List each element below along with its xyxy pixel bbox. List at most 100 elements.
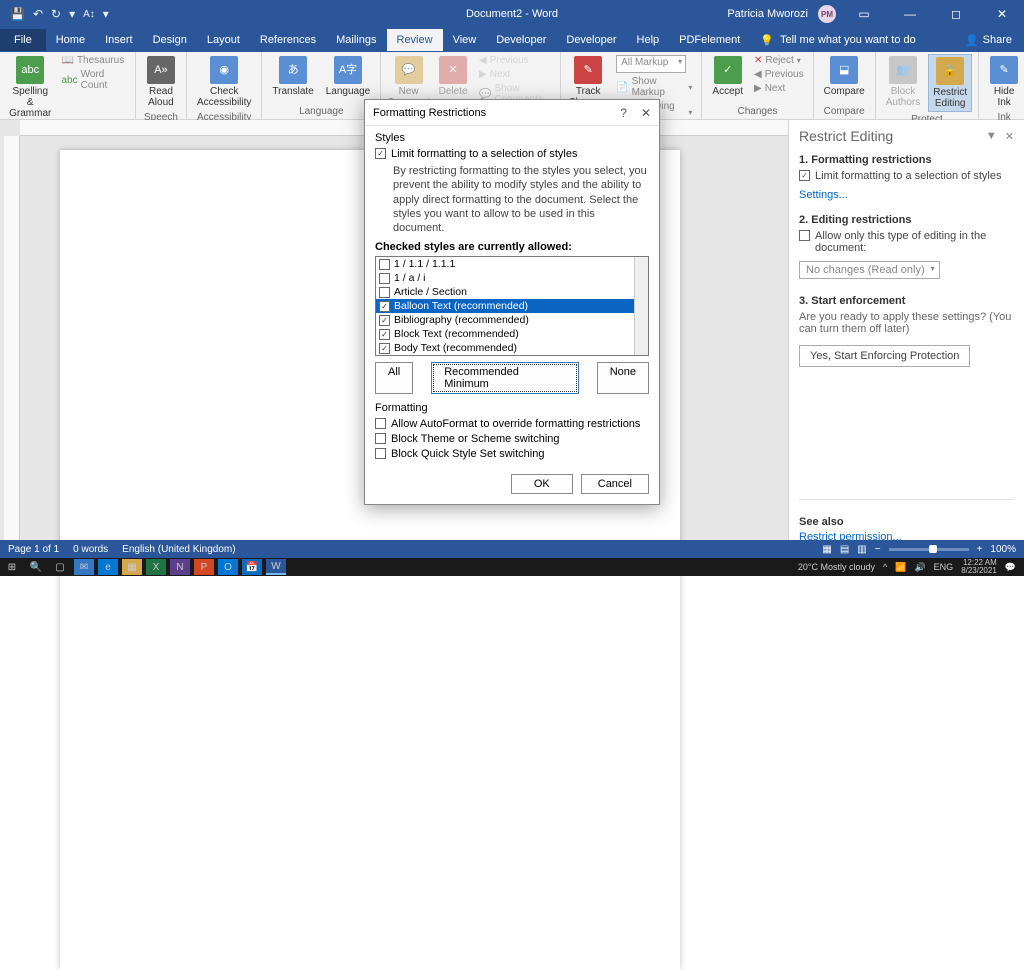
style-list-item[interactable]: Article / Section xyxy=(376,285,648,299)
allow-autoformat-checkbox[interactable]: Allow AutoFormat to override formatting … xyxy=(375,418,649,430)
tray-lang[interactable]: ENG xyxy=(934,562,954,572)
zoom-slider[interactable] xyxy=(889,548,969,551)
read-mode-icon[interactable]: ▦ xyxy=(822,544,831,555)
vertical-ruler[interactable] xyxy=(4,136,20,558)
pane-dropdown-icon[interactable]: ▼ xyxy=(986,130,997,143)
tab-developer[interactable]: Developer xyxy=(486,29,556,51)
zoom-out-icon[interactable]: − xyxy=(875,544,881,555)
thesaurus-button[interactable]: 📖Thesaurus xyxy=(59,54,129,67)
close-icon[interactable]: ✕ xyxy=(984,0,1020,28)
user-avatar[interactable]: PM xyxy=(818,5,836,23)
style-list-item[interactable]: 1 / a / i xyxy=(376,271,648,285)
start-enforcing-button[interactable]: Yes, Start Enforcing Protection xyxy=(799,345,970,367)
search-icon[interactable]: 🔍 xyxy=(26,559,46,575)
redo-icon[interactable]: ↻ xyxy=(51,7,61,21)
translate-button[interactable]: あTranslate xyxy=(268,54,317,99)
read-aloud-button[interactable]: A»Read Aloud xyxy=(142,54,180,110)
weather-widget[interactable]: 20°C Mostly cloudy xyxy=(798,562,875,572)
tray-network-icon[interactable]: 📶 xyxy=(895,562,906,573)
tab-mailings[interactable]: Mailings xyxy=(326,29,386,51)
maximize-icon[interactable]: ◻ xyxy=(938,0,974,28)
reject-button[interactable]: ✕Reject▾ xyxy=(751,54,807,67)
zoom-in-icon[interactable]: + xyxy=(977,544,983,555)
page-indicator[interactable]: Page 1 of 1 xyxy=(8,544,59,555)
user-name[interactable]: Patricia Mworozi xyxy=(727,8,808,20)
ribbon-options-icon[interactable]: ▭ xyxy=(846,0,882,28)
block-theme-checkbox[interactable]: Block Theme or Scheme switching xyxy=(375,433,649,445)
compare-button[interactable]: ⬓Compare xyxy=(820,54,869,99)
tab-references[interactable]: References xyxy=(250,29,326,51)
share-button[interactable]: 👤 Share xyxy=(953,29,1024,52)
tab-insert[interactable]: Insert xyxy=(95,29,143,51)
listbox-scrollbar[interactable] xyxy=(634,257,648,355)
hide-ink-button[interactable]: ✎Hide Ink xyxy=(985,54,1023,110)
tab-pdfelement[interactable]: PDFelement xyxy=(669,29,750,51)
allow-only-checkbox[interactable]: Allow only this type of editing in the d… xyxy=(799,230,1014,254)
recommended-minimum-button[interactable]: Recommended Minimum xyxy=(431,362,578,394)
taskbar-app[interactable]: ✉ xyxy=(74,559,94,575)
restrict-editing-button[interactable]: 🔒Restrict Editing xyxy=(928,54,972,112)
style-list-item[interactable]: Body Text (recommended) xyxy=(376,341,648,355)
notifications-icon[interactable]: 💬 xyxy=(1005,562,1016,573)
dialog-close-icon[interactable]: ✕ xyxy=(641,106,651,120)
tab-view[interactable]: View xyxy=(443,29,487,51)
check-accessibility-button[interactable]: ◉Check Accessibility xyxy=(193,54,255,110)
next-change-button[interactable]: ▶Next xyxy=(751,82,807,95)
print-layout-icon[interactable]: ▤ xyxy=(840,544,849,555)
taskbar-app[interactable]: X xyxy=(146,559,166,575)
taskbar-app[interactable]: e xyxy=(98,559,118,575)
tab-home[interactable]: Home xyxy=(46,29,95,51)
language-indicator[interactable]: English (United Kingdom) xyxy=(122,544,235,555)
tab-help[interactable]: Help xyxy=(627,29,670,51)
taskbar-clock[interactable]: 12:22 AM8/23/2021 xyxy=(961,559,997,575)
block-quickstyle-checkbox[interactable]: Block Quick Style Set switching xyxy=(375,448,649,460)
taskbar-app[interactable]: O xyxy=(218,559,238,575)
style-list-item[interactable]: Balloon Text (recommended) xyxy=(376,299,648,313)
dialog-help-icon[interactable]: ? xyxy=(620,106,627,120)
show-markup-button[interactable]: 📄Show Markup▾ xyxy=(613,75,695,99)
style-list-item[interactable]: Body Text 2 (recommended) xyxy=(376,355,648,356)
minimize-icon[interactable]: — xyxy=(892,0,928,28)
tab-developer-2[interactable]: Developer xyxy=(556,29,626,51)
taskbar-app[interactable]: 📅 xyxy=(242,559,262,575)
style-list-item[interactable]: Block Text (recommended) xyxy=(376,327,648,341)
styles-listbox[interactable]: 1 / 1.1 / 1.1.11 / a / iArticle / Sectio… xyxy=(375,256,649,356)
tab-layout[interactable]: Layout xyxy=(197,29,250,51)
word-count[interactable]: 0 words xyxy=(73,544,108,555)
undo-icon[interactable]: ↶ xyxy=(33,7,43,21)
tab-review[interactable]: Review xyxy=(387,29,443,51)
tab-design[interactable]: Design xyxy=(143,29,197,51)
zoom-level[interactable]: 100% xyxy=(990,544,1016,555)
start-button[interactable]: ⊞ xyxy=(2,559,22,575)
cancel-button[interactable]: Cancel xyxy=(581,474,649,494)
limit-formatting-dialog-checkbox[interactable]: Limit formatting to a selection of style… xyxy=(375,148,649,160)
settings-link[interactable]: Settings... xyxy=(799,189,848,201)
accept-button[interactable]: ✓Accept xyxy=(708,54,747,99)
wordcount-button[interactable]: abcWord Count xyxy=(59,68,129,92)
language-button[interactable]: A字Language xyxy=(322,54,375,99)
taskbar-word[interactable]: W xyxy=(266,559,286,575)
taskbar-app[interactable]: ▦ xyxy=(122,559,142,575)
tell-me[interactable]: 💡 Tell me what you want to do xyxy=(750,34,925,47)
web-layout-icon[interactable]: ▥ xyxy=(857,544,866,555)
task-view-icon[interactable]: ▢ xyxy=(50,559,70,575)
taskbar-app[interactable]: P xyxy=(194,559,214,575)
markup-dropdown[interactable]: All Markup xyxy=(613,54,695,74)
tray-volume-icon[interactable]: 🔊 xyxy=(914,562,925,573)
delete-comment-button[interactable]: ✕Delete xyxy=(434,54,472,99)
tab-file[interactable]: File xyxy=(0,29,46,51)
pane-close-icon[interactable]: ✕ xyxy=(1005,130,1014,143)
save-icon[interactable]: 💾 xyxy=(10,7,25,21)
style-list-item[interactable]: 1 / 1.1 / 1.1.1 xyxy=(376,257,648,271)
block-authors-button[interactable]: 👥Block Authors xyxy=(882,54,924,110)
style-list-item[interactable]: Bibliography (recommended) xyxy=(376,313,648,327)
prev-change-button[interactable]: ◀Previous xyxy=(751,68,807,81)
none-button[interactable]: None xyxy=(597,362,649,394)
taskbar-app[interactable]: N xyxy=(170,559,190,575)
qat-more-icon[interactable]: ▾ xyxy=(69,7,75,21)
tray-chevron-icon[interactable]: ^ xyxy=(883,562,887,572)
all-button[interactable]: All xyxy=(375,362,413,394)
spelling-button[interactable]: abcSpelling & Grammar xyxy=(6,54,55,121)
font-icon[interactable]: A↕ xyxy=(83,9,95,20)
limit-formatting-checkbox[interactable]: Limit formatting to a selection of style… xyxy=(799,170,1014,182)
